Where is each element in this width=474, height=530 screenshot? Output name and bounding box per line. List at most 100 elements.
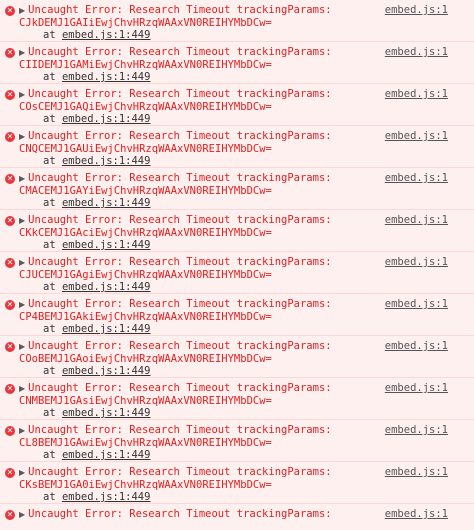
console-panel: ✕ ▶ Uncaught Error: Research Timeout trac… — [0, 0, 474, 530]
console-error-message[interactable]: ✕ ▶ Uncaught Error: Research Timeout trac… — [0, 252, 474, 294]
source-file-link[interactable]: embed.js:1 — [385, 466, 448, 479]
tracking-params-value: CNMBEMJ1GAsiEwjChvHRzqWAAxVN0REIHYMbDCw= — [19, 394, 272, 407]
stack-location-link[interactable]: embed.js:1:449 — [62, 407, 151, 419]
stack-location-link[interactable]: embed.js:1:449 — [62, 29, 151, 41]
error-icon: ✕ — [5, 90, 15, 100]
error-message-text: Uncaught Error: Research Timeout trackin… — [28, 214, 332, 226]
error-headline[interactable]: ▶ Uncaught Error: Research Timeout tracki… — [19, 214, 332, 228]
expand-triangle-icon[interactable]: ▶ — [19, 216, 25, 225]
source-file-link[interactable]: embed.js:1 — [385, 88, 448, 101]
console-error-message[interactable]: ✕ ▶ Uncaught Error: Research Timeout trac… — [0, 42, 474, 84]
tracking-params-value: CJUCEMJ1GAgiEwjChvHRzqWAAxVN0REIHYMbDCw= — [19, 268, 272, 281]
source-file-link[interactable]: embed.js:1 — [385, 46, 448, 59]
console-error-message[interactable]: ✕ ▶ Uncaught Error: Research Timeout trac… — [0, 420, 474, 462]
error-icon: ✕ — [5, 258, 15, 268]
stack-location-link[interactable]: embed.js:1:449 — [62, 71, 151, 83]
stack-trace-line: at embed.js:1:449 — [43, 113, 150, 126]
stack-trace-line: at embed.js:1:449 — [43, 155, 150, 168]
source-file-link[interactable]: embed.js:1 — [385, 4, 448, 17]
expand-triangle-icon[interactable]: ▶ — [19, 510, 25, 519]
source-file-link[interactable]: embed.js:1 — [385, 214, 448, 227]
source-file-link[interactable]: embed.js:1 — [385, 424, 448, 437]
error-headline[interactable]: ▶ Uncaught Error: Research Timeout tracki… — [19, 130, 332, 144]
console-error-message[interactable]: ✕ ▶ Uncaught Error: Research Timeout trac… — [0, 462, 474, 504]
expand-triangle-icon[interactable]: ▶ — [19, 258, 25, 267]
expand-triangle-icon[interactable]: ▶ — [19, 468, 25, 477]
console-error-message[interactable]: ✕ ▶ Uncaught Error: Research Timeout trac… — [0, 210, 474, 252]
error-icon: ✕ — [5, 300, 15, 310]
stack-location-link[interactable]: embed.js:1:449 — [62, 491, 151, 503]
stack-at-label: at — [43, 365, 56, 378]
stack-at-label: at — [43, 281, 56, 294]
stack-location-link[interactable]: embed.js:1:449 — [62, 197, 151, 209]
source-file-link[interactable]: embed.js:1 — [385, 130, 448, 143]
error-headline[interactable]: ▶ Uncaught Error: Research Timeout tracki… — [19, 382, 332, 396]
error-headline[interactable]: ▶ Uncaught Error: Research Timeout tracki… — [19, 256, 332, 270]
error-message-text: Uncaught Error: Research Timeout trackin… — [28, 298, 332, 310]
console-error-message[interactable]: ✕ ▶ Uncaught Error: Research Timeout trac… — [0, 84, 474, 126]
stack-trace-line: at embed.js:1:449 — [43, 449, 150, 462]
error-headline[interactable]: ▶ Uncaught Error: Research Timeout tracki… — [19, 4, 332, 18]
expand-triangle-icon[interactable]: ▶ — [19, 132, 25, 141]
source-file-link[interactable]: embed.js:1 — [385, 256, 448, 269]
console-message-list: ✕ ▶ Uncaught Error: Research Timeout trac… — [0, 0, 474, 530]
console-error-message[interactable]: ✕ ▶ Uncaught Error: Research Timeout trac… — [0, 294, 474, 336]
source-file-link[interactable]: embed.js:1 — [385, 298, 448, 311]
expand-triangle-icon[interactable]: ▶ — [19, 426, 25, 435]
error-message-text: Uncaught Error: Research Timeout trackin… — [28, 340, 332, 352]
stack-location-link[interactable]: embed.js:1:449 — [62, 323, 151, 335]
stack-location-link[interactable]: embed.js:1:449 — [62, 113, 151, 125]
expand-triangle-icon[interactable]: ▶ — [19, 384, 25, 393]
console-error-message[interactable]: ✕ ▶ Uncaught Error: Research Timeout trac… — [0, 126, 474, 168]
expand-triangle-icon[interactable]: ▶ — [19, 90, 25, 99]
console-error-message[interactable]: ✕ ▶ Uncaught Error: Research Timeout trac… — [0, 504, 474, 530]
source-file-link[interactable]: embed.js:1 — [385, 508, 448, 521]
error-message-text: Uncaught Error: Research Timeout trackin… — [28, 172, 332, 184]
stack-trace-line: at embed.js:1:449 — [43, 407, 150, 420]
stack-at-label: at — [43, 155, 56, 168]
stack-trace-line: at embed.js:1:449 — [43, 29, 150, 42]
source-file-link[interactable]: embed.js:1 — [385, 340, 448, 353]
stack-at-label: at — [43, 449, 56, 462]
error-icon: ✕ — [5, 174, 15, 184]
error-message-text: Uncaught Error: Research Timeout trackin… — [28, 46, 332, 58]
error-message-text: Uncaught Error: Research Timeout trackin… — [28, 382, 332, 394]
console-error-message[interactable]: ✕ ▶ Uncaught Error: Research Timeout trac… — [0, 336, 474, 378]
expand-triangle-icon[interactable]: ▶ — [19, 6, 25, 15]
expand-triangle-icon[interactable]: ▶ — [19, 174, 25, 183]
stack-at-label: at — [43, 323, 56, 336]
expand-triangle-icon[interactable]: ▶ — [19, 342, 25, 351]
tracking-params-value: CIIDEMJ1GAMiEwjChvHRzqWAAxVN0REIHYMbDCw= — [19, 58, 272, 71]
tracking-params-value: CP4BEMJ1GAkiEwjChvHRzqWAAxVN0REIHYMbDCw= — [19, 310, 272, 323]
console-error-message[interactable]: ✕ ▶ Uncaught Error: Research Timeout trac… — [0, 378, 474, 420]
console-error-message[interactable]: ✕ ▶ Uncaught Error: Research Timeout trac… — [0, 168, 474, 210]
stack-location-link[interactable]: embed.js:1:449 — [62, 281, 151, 293]
stack-location-link[interactable]: embed.js:1:449 — [62, 365, 151, 377]
console-error-message[interactable]: ✕ ▶ Uncaught Error: Research Timeout trac… — [0, 0, 474, 42]
stack-trace-line: at embed.js:1:449 — [43, 197, 150, 210]
error-headline[interactable]: ▶ Uncaught Error: Research Timeout tracki… — [19, 46, 332, 60]
error-icon: ✕ — [5, 468, 15, 478]
error-icon: ✕ — [5, 132, 15, 142]
error-headline[interactable]: ▶ Uncaught Error: Research Timeout tracki… — [19, 466, 332, 480]
tracking-params-value: CKkCEMJ1GAciEwjChvHRzqWAAxVN0REIHYMbDCw= — [19, 226, 272, 239]
stack-location-link[interactable]: embed.js:1:449 — [62, 239, 151, 251]
stack-trace-line: at embed.js:1:449 — [43, 323, 150, 336]
error-headline[interactable]: ▶ Uncaught Error: Research Timeout tracki… — [19, 298, 332, 312]
error-headline[interactable]: ▶ Uncaught Error: Research Timeout tracki… — [19, 172, 332, 186]
error-headline[interactable]: ▶ Uncaught Error: Research Timeout tracki… — [19, 424, 332, 438]
source-file-link[interactable]: embed.js:1 — [385, 382, 448, 395]
expand-triangle-icon[interactable]: ▶ — [19, 300, 25, 309]
error-headline[interactable]: ▶ Uncaught Error: Research Timeout tracki… — [19, 340, 332, 354]
stack-location-link[interactable]: embed.js:1:449 — [62, 449, 151, 461]
stack-at-label: at — [43, 407, 56, 420]
stack-trace-line: at embed.js:1:449 — [43, 491, 150, 504]
error-headline[interactable]: ▶ Uncaught Error: Research Timeout tracki… — [19, 88, 332, 102]
expand-triangle-icon[interactable]: ▶ — [19, 48, 25, 57]
source-file-link[interactable]: embed.js:1 — [385, 172, 448, 185]
tracking-params-value: CKsBEMJ1GA0iEwjChvHRzqWAAxVN0REIHYMbDCw= — [19, 478, 272, 491]
error-message-text: Uncaught Error: Research Timeout trackin… — [28, 466, 332, 478]
stack-location-link[interactable]: embed.js:1:449 — [62, 155, 151, 167]
error-headline[interactable]: ▶ Uncaught Error: Research Timeout tracki… — [19, 508, 332, 522]
error-message-text: Uncaught Error: Research Timeout trackin… — [28, 130, 332, 142]
